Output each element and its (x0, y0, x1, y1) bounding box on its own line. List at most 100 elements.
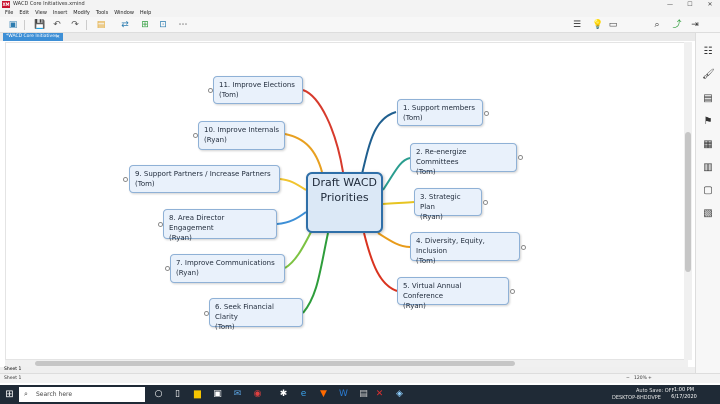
topic-9-owner: (Tom) (135, 180, 155, 188)
zoom-in-icon[interactable]: + (648, 374, 652, 384)
app-icon-2[interactable]: ◈ (394, 389, 405, 400)
collapse-toggle-icon[interactable] (158, 222, 163, 227)
sheet-label: Sheet 1 (4, 367, 22, 372)
branch-line-2 (382, 157, 411, 191)
branch-line-1 (361, 111, 397, 175)
topic-7-owner: (Ryan) (176, 269, 199, 277)
central-topic-line-1: Draft (312, 176, 340, 189)
branch-line-10 (284, 133, 323, 173)
topic-1[interactable]: 1. Support members (Tom) (397, 99, 483, 126)
topic-3-title: 3. Strategic Plan (420, 193, 461, 211)
edge-icon[interactable]: e (298, 389, 309, 400)
windows-start-icon[interactable]: ⊞ (4, 389, 15, 400)
topic-3[interactable]: 3. Strategic Plan (Ryan) (414, 188, 482, 221)
collapse-toggle-icon[interactable] (483, 200, 488, 205)
app-icon[interactable]: ▤ (358, 389, 369, 400)
cortana-icon[interactable]: ○ (153, 389, 164, 400)
topic-6-owner: (Tom) (215, 323, 235, 331)
collapse-toggle-icon[interactable] (510, 289, 515, 294)
search-placeholder: Search here (36, 391, 73, 398)
collapse-toggle-icon[interactable] (123, 177, 128, 182)
topic-3-owner: (Ryan) (420, 213, 443, 221)
taskbar-search-input[interactable]: ⌕ Search here (19, 387, 145, 402)
topic-1-owner: (Tom) (403, 114, 423, 122)
topic-5[interactable]: 5. Virtual Annual Conference (Ryan) (397, 277, 509, 310)
branch-line-9 (279, 178, 307, 191)
zoom-out-icon[interactable]: − (626, 374, 630, 384)
overview-icon[interactable]: ▦ (702, 139, 714, 151)
word-icon[interactable]: W (338, 389, 349, 400)
topic-10-title: 10. Improve Internals (204, 126, 279, 134)
app-window: XM WACD Core Initiatives.xmind — ☐ ✕ Fil… (0, 0, 720, 404)
branch-line-11 (302, 89, 344, 173)
vertical-scroll-thumb[interactable] (685, 132, 691, 272)
file-explorer-icon[interactable]: ▆ (192, 389, 203, 400)
settings-icon[interactable]: ✱ (278, 389, 289, 400)
collapse-toggle-icon[interactable] (204, 311, 209, 316)
format-brush-icon[interactable]: 🖌 (702, 69, 715, 81)
status-bar: Sheet 1 − 120% + (0, 373, 720, 383)
topic-10-owner: (Ryan) (204, 136, 227, 144)
zoom-level[interactable]: 120% (634, 374, 647, 384)
topic-7[interactable]: 7. Improve Communications (Ryan) (170, 254, 285, 283)
horizontal-scroll-thumb[interactable] (35, 361, 515, 366)
clock-time: 1:00 PM (673, 387, 695, 393)
outliner-icon[interactable]: ☷ (702, 46, 714, 58)
topic-11[interactable]: 11. Improve Elections (Tom) (213, 76, 303, 104)
topic-7-title: 7. Improve Communications (176, 259, 275, 267)
sheet-tab[interactable]: Sheet 1 (4, 374, 21, 384)
topic-4-title: 4. Diversity, Equity, Inclusion (416, 237, 485, 255)
topic-11-owner: (Tom) (219, 91, 239, 99)
topic-1-title: 1. Support members (403, 104, 476, 112)
branch-line-8 (276, 211, 307, 225)
windows-taskbar: ⊞ ⌕ Search here ○ ▯ ▆ ▣ ✉ ◉ ✱ e ▼ W ▤ ✕ … (0, 385, 720, 404)
branch-line-3 (382, 201, 415, 205)
topic-11-title: 11. Improve Elections (219, 81, 295, 89)
taskbar-clock[interactable]: 1:00 PM 6/17/2020 (666, 387, 702, 401)
topic-8-title: 8. Area Director Engagement (169, 214, 225, 232)
central-topic-line-3: Priorities (320, 191, 369, 204)
topic-5-title: 5. Virtual Annual Conference (403, 282, 462, 300)
clock-date: 6/17/2020 (671, 394, 697, 400)
horizontal-scrollbar[interactable] (5, 360, 688, 367)
topic-8-owner: (Ryan) (169, 234, 192, 242)
side-panel: ☷ 🖌 ▤ ⚑ ▦ ▥ ▢ ▧ (695, 33, 720, 373)
topic-5-owner: (Ryan) (403, 302, 426, 310)
xmind-taskbar-icon[interactable]: ✕ (374, 389, 385, 400)
notes-icon[interactable]: ▥ (702, 162, 714, 174)
central-topic-line-2: WACD (343, 176, 377, 189)
topic-4-owner: (Tom) (416, 257, 436, 265)
topic-4[interactable]: 4. Diversity, Equity, Inclusion (Tom) (410, 232, 520, 265)
topic-9[interactable]: 9. Support Partners / Increase Partners … (129, 165, 280, 193)
vertical-scrollbar[interactable] (684, 42, 692, 360)
topic-6[interactable]: 6. Seek Financial Clarity (Tom) (209, 298, 303, 331)
branch-line-7 (284, 227, 314, 269)
chrome-icon[interactable]: ◉ (252, 389, 263, 400)
topic-6-title: 6. Seek Financial Clarity (215, 303, 274, 321)
topic-9-title: 9. Support Partners / Increase Partners (135, 170, 271, 178)
collapse-toggle-icon[interactable] (484, 111, 489, 116)
topic-8[interactable]: 8. Area Director Engagement (Ryan) (163, 209, 277, 242)
marker-flag-icon[interactable]: ⚑ (702, 116, 714, 128)
collapse-toggle-icon[interactable] (193, 133, 198, 138)
task-info-icon[interactable]: ▧ (702, 208, 714, 220)
computer-name: DESKTOP-8HDDVPE (612, 395, 661, 401)
search-icon: ⌕ (24, 390, 28, 398)
topic-2-title: 2. Re-energize Committees (416, 148, 467, 166)
collapse-toggle-icon[interactable] (208, 88, 213, 93)
collapse-toggle-icon[interactable] (518, 155, 523, 160)
topic-2-owner: (Tom) (416, 168, 436, 176)
topic-2[interactable]: 2. Re-energize Committees (Tom) (410, 143, 517, 176)
collapse-toggle-icon[interactable] (165, 266, 170, 271)
collapse-toggle-icon[interactable] (521, 245, 526, 250)
central-topic[interactable]: Draft WACD Priorities (306, 172, 383, 233)
topic-10[interactable]: 10. Improve Internals (Ryan) (198, 121, 285, 150)
comments-icon[interactable]: ▢ (702, 185, 714, 197)
branch-line-4 (377, 232, 411, 248)
task-view-icon[interactable]: ▯ (172, 389, 183, 400)
mail-icon[interactable]: ✉ (232, 389, 243, 400)
branch-line-6 (302, 232, 329, 314)
image-icon[interactable]: ▤ (702, 93, 714, 105)
store-icon[interactable]: ▣ (212, 389, 223, 400)
brave-icon[interactable]: ▼ (318, 389, 329, 400)
